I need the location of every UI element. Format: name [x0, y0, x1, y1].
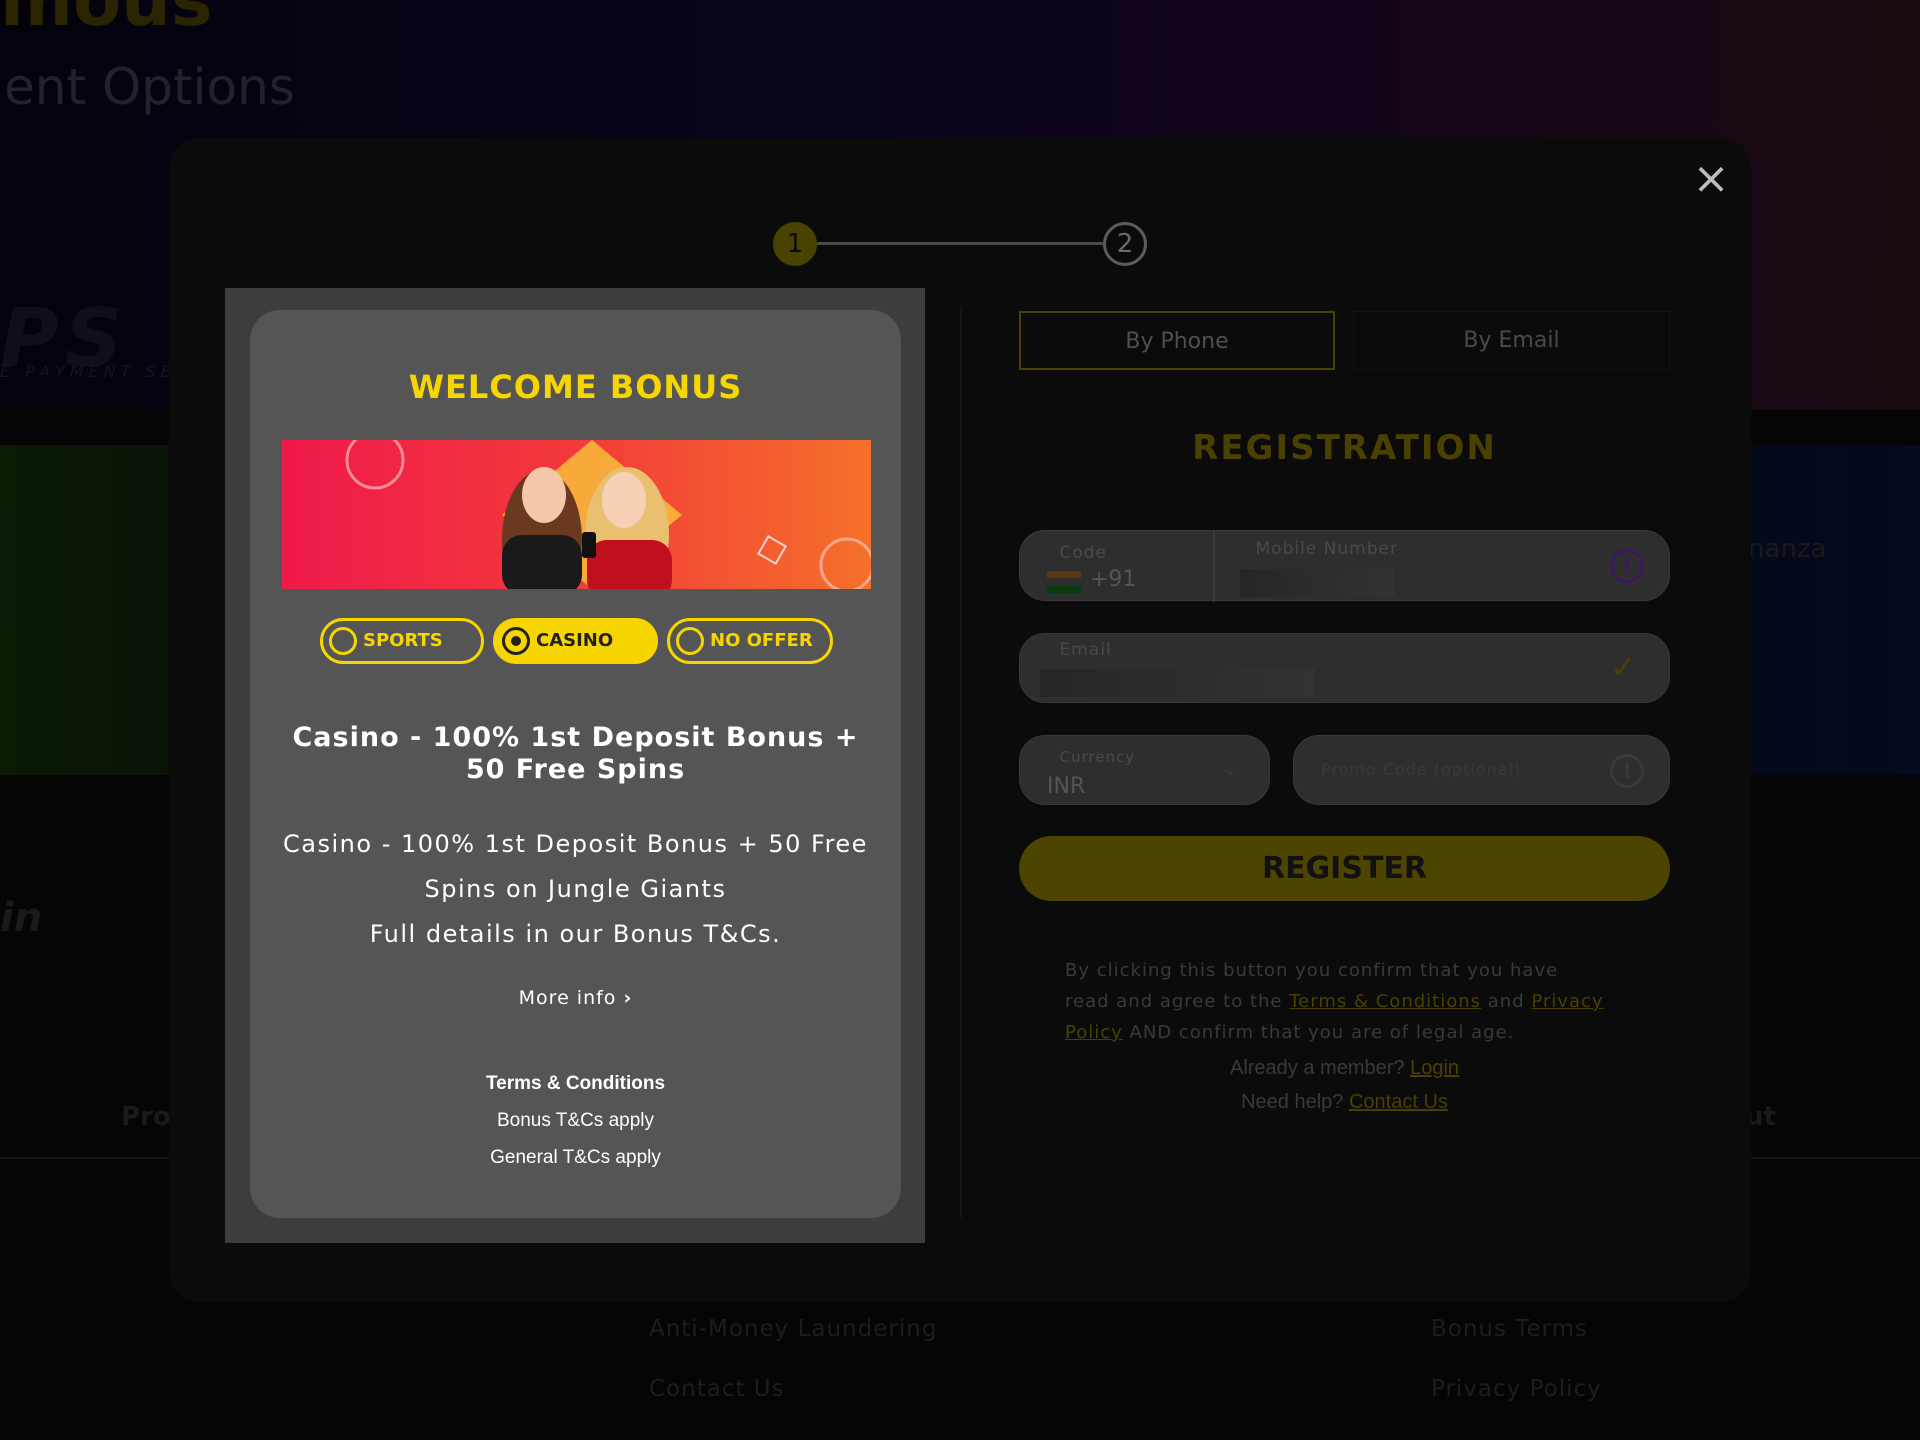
email-field[interactable]: * Email ✓: [1019, 633, 1670, 703]
legal-text: By clicking this button you confirm that…: [1065, 955, 1605, 1048]
step-connector: [817, 242, 1103, 245]
email-input-value: [1040, 669, 1315, 697]
close-icon[interactable]: ×: [1692, 157, 1730, 201]
bonus-option-sports[interactable]: SPORTS: [320, 618, 484, 664]
offer-desc-details: Full details in our Bonus T&Cs.: [369, 920, 782, 948]
hero-title: mous: [0, 0, 213, 42]
checkmark-icon: ✓: [1610, 648, 1637, 686]
hero-subtitle: ent Options: [4, 58, 295, 116]
offer-title: Casino - 100% 1st Deposit Bonus + 50 Fre…: [292, 722, 859, 785]
member-text: Already a member?: [1229, 1057, 1405, 1079]
radio-icon: [329, 627, 357, 655]
option-label: NO OFFER: [710, 630, 813, 651]
legal-text-2: AND confirm that you are of legal age.: [1129, 1022, 1515, 1043]
step-1-indicator: 1: [773, 222, 817, 266]
warning-icon: !: [1610, 549, 1644, 583]
more-info-label: More info: [518, 987, 617, 1009]
offer-description: Casino - 100% 1st Deposit Bonus + 50 Fre…: [270, 822, 881, 957]
promo-text-left: in: [0, 895, 43, 941]
panel-divider: [960, 306, 962, 1218]
tab-by-phone[interactable]: By Phone: [1019, 311, 1335, 370]
registration-title: REGISTRATION: [1192, 428, 1497, 468]
bonus-tcs-text: Bonus T&Cs apply: [496, 1110, 654, 1131]
footer-link-aml[interactable]: Anti-Money Laundering: [649, 1316, 937, 1342]
radio-selected-icon: [502, 627, 530, 655]
login-prompt: Already a member? Login: [1019, 1057, 1670, 1080]
chevron-down-icon: ⌄: [1220, 756, 1239, 781]
option-label: SPORTS: [363, 630, 443, 651]
general-tcs-text: General T&Cs apply: [490, 1147, 661, 1168]
help-text: Need help?: [1241, 1091, 1344, 1113]
code-label: * Code: [1046, 543, 1108, 563]
bonus-title: WELCOME BONUS: [408, 368, 743, 406]
tab-by-email[interactable]: By Email: [1353, 311, 1670, 370]
offer-desc-line: Casino - 100% 1st Deposit Bonus + 50 Fre…: [283, 830, 868, 903]
currency-label: * Currency: [1046, 748, 1136, 766]
bonus-option-no-offer[interactable]: NO OFFER: [667, 618, 833, 664]
country-code-select[interactable]: +91: [1090, 567, 1136, 592]
banner-illustration: [345, 440, 871, 589]
field-separator: [1213, 531, 1215, 602]
option-label: CASINO: [536, 630, 614, 651]
mobile-number-input[interactable]: [1240, 569, 1395, 597]
terms-heading: Terms & Conditions: [485, 1073, 666, 1094]
promo-placeholder: Promo Code (optional): [1321, 760, 1522, 779]
currency-select[interactable]: * Currency INR ⌄: [1019, 735, 1270, 805]
footer-link-contact[interactable]: Contact Us: [649, 1376, 785, 1402]
contact-us-link[interactable]: Contact Us: [1349, 1091, 1448, 1113]
bonus-option-casino[interactable]: CASINO: [493, 618, 658, 664]
mobile-label: * Mobile Number: [1242, 539, 1398, 559]
currency-value: INR: [1047, 774, 1086, 799]
email-label: * Email: [1046, 640, 1112, 660]
promo-code-input[interactable]: Promo Code (optional) !: [1293, 735, 1670, 805]
radio-icon: [676, 627, 704, 655]
chevron-right-icon: ›: [623, 987, 633, 1009]
register-button[interactable]: REGISTER: [1019, 836, 1670, 901]
help-prompt: Need help? Contact Us: [1019, 1091, 1670, 1114]
footer-link-privacy[interactable]: Privacy Policy: [1431, 1376, 1602, 1402]
india-flag-icon: [1047, 571, 1081, 593]
info-icon: !: [1610, 754, 1644, 788]
more-info-link[interactable]: More info ›: [250, 987, 901, 1009]
promo-text-right: nanza: [1748, 534, 1827, 564]
footer-link-bonus-terms[interactable]: Bonus Terms: [1431, 1316, 1588, 1342]
bonus-banner-image: [282, 440, 871, 589]
phone-field-group: * Code +91 * Mobile Number !: [1019, 530, 1670, 602]
step-2-indicator: 2: [1103, 222, 1147, 266]
login-link[interactable]: Login: [1410, 1057, 1459, 1079]
legal-and: and: [1487, 991, 1525, 1012]
terms-link[interactable]: Terms & Conditions: [1289, 991, 1481, 1012]
